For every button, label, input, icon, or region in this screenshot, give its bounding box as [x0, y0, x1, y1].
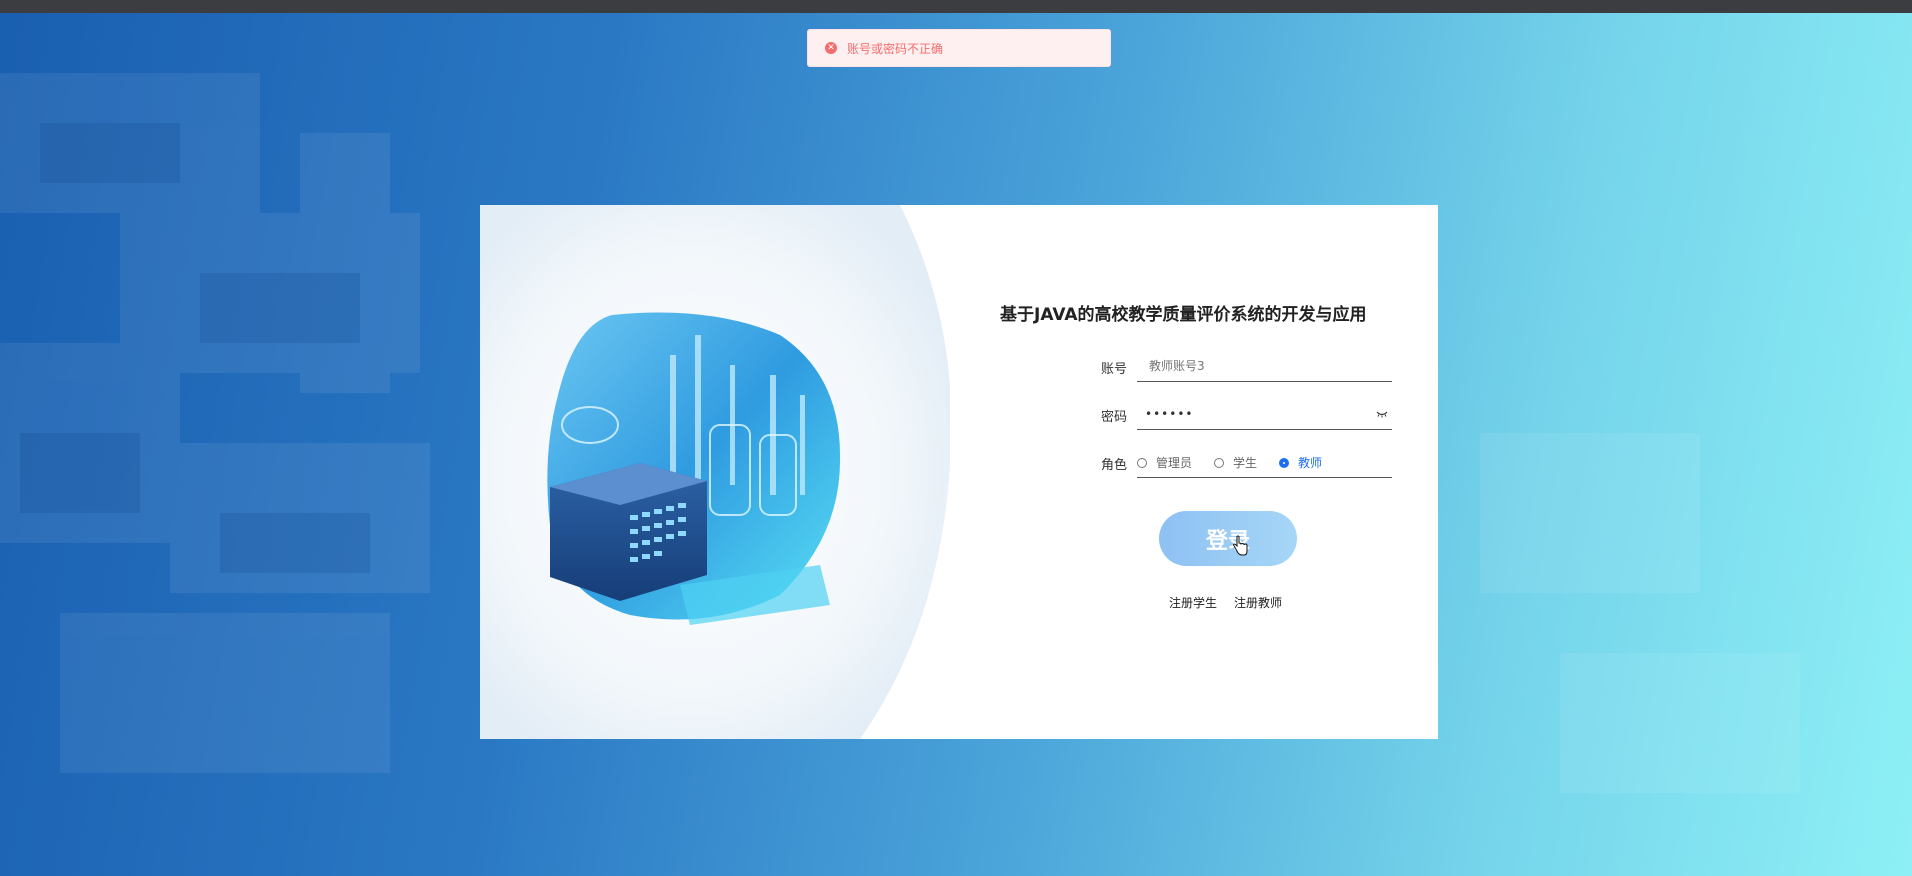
register-student-link[interactable]: 注册学生 [1169, 594, 1217, 611]
role-radio-group: 管理员 学生 教师 [1137, 448, 1392, 478]
role-option-student[interactable]: 学生 [1214, 454, 1257, 471]
register-teacher-link[interactable]: 注册教师 [1234, 594, 1282, 611]
login-button[interactable]: 登录 [1159, 511, 1297, 566]
role-label: 角色 [1101, 458, 1128, 473]
password-row: 密码 [1101, 400, 1401, 430]
radio-button[interactable] [1214, 457, 1225, 468]
hand-cursor-icon [1232, 535, 1248, 556]
radio-button[interactable] [1137, 457, 1147, 468]
account-label: 账号 [1101, 362, 1128, 377]
role-option-label: 学生 [1233, 456, 1258, 470]
account-field-wrapper [1137, 352, 1392, 382]
browser-top-bar [0, 0, 1912, 13]
account-row: 账号 [1101, 352, 1401, 382]
login-card: 基于JAVA的高校教学质量评价系统的开发与应用 账号 密码 角色 [480, 205, 1438, 739]
register-links: 注册学生 注册教师 [1169, 594, 1299, 611]
role-option-label: 教师 [1298, 456, 1323, 470]
password-field-wrapper [1137, 400, 1392, 430]
radio-button-checked[interactable] [1279, 457, 1290, 468]
login-page: ✕ 账号或密码不正确 基于JAVA的高校教学质量评价系统的开发与应用 账号 教师… [0, 0, 1912, 876]
role-option-admin[interactable]: 管理员 [1137, 454, 1192, 471]
eye-closed-icon[interactable] [1376, 410, 1388, 418]
password-label: 密码 [1101, 410, 1128, 425]
account-input[interactable] [1137, 352, 1369, 380]
role-row: 角色 管理员 学生 教师 [1101, 448, 1401, 478]
error-circle-icon: ✕ [825, 42, 837, 54]
toast-message: 账号或密码不正确 [847, 41, 944, 56]
error-toast: ✕ 账号或密码不正确 [807, 29, 1111, 67]
role-option-label: 管理员 [1156, 456, 1193, 470]
campus-building-illustration [480, 205, 950, 739]
role-option-teacher[interactable]: 教师 [1279, 454, 1322, 471]
page-title: 基于JAVA的高校教学质量评价系统的开发与应用 [1000, 305, 1367, 325]
password-input[interactable] [1137, 400, 1365, 428]
